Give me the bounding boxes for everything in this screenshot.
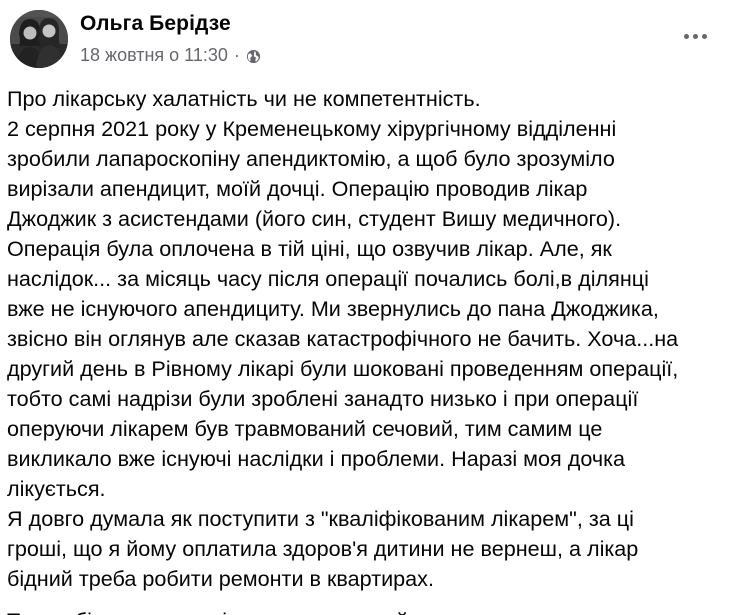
post-header: Ольга Берідзе 18 жовтня о 11:30 · [0,0,740,80]
post-paragraph: Про лікарську халатність чи не компетент… [7,86,679,591]
globe-icon[interactable] [246,48,261,63]
avatar-photo [10,10,68,68]
post-text: Про лікарську халатність чи не компетент… [7,84,733,615]
more-options-icon [701,33,707,39]
post-meta: 18 жовтня о 11:30 · [80,44,261,66]
more-options-icon [692,33,698,39]
post-timestamp[interactable]: 18 жовтня о 11:30 [80,45,228,66]
post-paragraph: Тож робіть висновки, і раджу вам минайте… [7,606,733,615]
author-name[interactable]: Ольга Берідзе [80,12,231,36]
post-card: Ольга Берідзе 18 жовтня о 11:30 · Про лі… [0,0,740,615]
more-options-button[interactable] [678,22,712,50]
meta-separator: · [233,44,240,65]
avatar[interactable] [10,10,68,68]
more-options-icon [683,33,689,39]
